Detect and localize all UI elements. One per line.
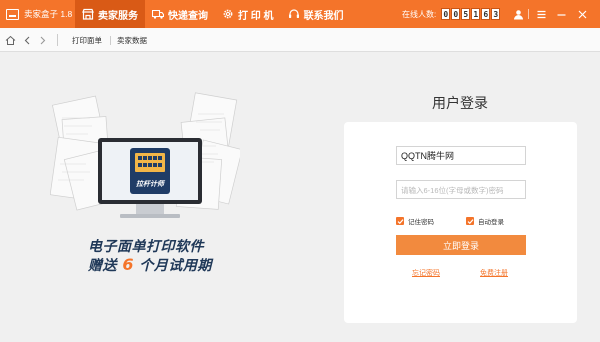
password-field[interactable] [396, 180, 526, 199]
headset-icon [288, 9, 299, 18]
main-nav: 卖家服务 快递查询 打 印 机 联系我们 [75, 0, 351, 28]
nav-item-seller-service[interactable]: 卖家服务 [75, 0, 145, 28]
nav-item-label: 联系我们 [303, 10, 344, 22]
tab-divider [110, 36, 111, 45]
gear-icon [223, 9, 233, 19]
app-branding: 卖家盒子 1.8 [6, 0, 72, 28]
truck-icon [152, 9, 164, 19]
tab-seller-data[interactable]: 卖家数据 [117, 28, 147, 52]
tab-label: 卖家数据 [117, 35, 147, 45]
remember-password-label: 记住密码 [408, 219, 434, 226]
monitor-label: 拉杆计师 [136, 179, 166, 188]
online-digit: 0 [451, 8, 461, 20]
promo-line-1: 电子面单打印软件 [88, 239, 204, 255]
nav-item-contact-us[interactable]: 联系我们 [281, 0, 351, 28]
title-bar: 卖家盒子 1.8 卖家服务 快递查询 打 印 机 联系我们 在线人数: 0 0 … [0, 0, 600, 28]
app-logo-icon [6, 8, 19, 20]
close-icon [578, 10, 586, 18]
promo-trial-months: 6 [122, 255, 135, 274]
online-digit: 3 [491, 8, 501, 20]
toolbar-divider [57, 34, 58, 46]
promo-line-2-suffix: 个月试用期 [134, 258, 212, 274]
app-tile-icon: 拉杆计师 [130, 148, 170, 194]
back-button[interactable] [20, 33, 34, 47]
tab-print-waybill[interactable]: 打印面单 [72, 28, 102, 52]
menu-icon [537, 10, 545, 18]
promo-text: 电子面单打印软件 赠送 6 个月试用期 [88, 238, 238, 275]
register-link[interactable]: 免费注册 [480, 268, 508, 278]
online-label: 在线人数: [402, 9, 437, 19]
online-digit: 0 [441, 8, 451, 20]
nav-item-express-query[interactable]: 快递查询 [145, 0, 215, 28]
nav-item-label: 打 印 机 [238, 10, 274, 22]
minimize-icon [557, 13, 565, 16]
menu-button[interactable] [533, 0, 549, 28]
close-button[interactable] [574, 0, 590, 28]
tab-label: 打印面单 [72, 35, 102, 45]
home-button[interactable] [3, 33, 17, 47]
home-icon [5, 35, 15, 45]
user-icon [513, 9, 523, 19]
chevron-left-icon [24, 36, 29, 44]
login-title: 用户登录 [432, 95, 488, 111]
forward-button[interactable] [35, 33, 49, 47]
minimize-button[interactable] [553, 0, 569, 28]
chevron-right-icon [40, 36, 45, 44]
checkbox-checked-icon [466, 217, 474, 225]
username-field[interactable] [396, 146, 526, 165]
online-digit: 1 [471, 8, 481, 20]
auto-login-checkbox[interactable]: 自动登录 [466, 216, 504, 226]
online-digit: 5 [461, 8, 471, 20]
promo-illustration: 拉杆计师 [50, 92, 240, 218]
promo-line-2-prefix: 赠送 [88, 258, 123, 274]
nav-item-label: 卖家服务 [98, 10, 138, 22]
app-title: 卖家盒子 1.8 [24, 9, 73, 19]
store-icon [82, 8, 94, 20]
login-button[interactable]: 立即登录 [396, 235, 526, 255]
nav-item-printer[interactable]: 打 印 机 [215, 0, 281, 28]
nav-item-label: 快递查询 [168, 10, 208, 22]
titlebar-divider [528, 9, 529, 19]
login-card: 记住密码 自动登录 立即登录 忘记密码 免费注册 [344, 122, 577, 323]
auto-login-label: 自动登录 [478, 219, 504, 226]
user-button[interactable] [510, 0, 526, 28]
remember-password-checkbox[interactable]: 记住密码 [396, 216, 434, 226]
online-digit: 6 [481, 8, 491, 20]
checkbox-checked-icon [396, 217, 404, 225]
forgot-password-link[interactable]: 忘记密码 [412, 268, 440, 278]
toolbar: 打印面单 卖家数据 [0, 28, 600, 52]
online-digits: 0 0 5 1 6 3 [441, 8, 501, 20]
promo-line-2: 赠送 6 个月试用期 [88, 256, 238, 275]
online-counter: 在线人数: 0 0 5 1 6 3 [402, 0, 501, 28]
